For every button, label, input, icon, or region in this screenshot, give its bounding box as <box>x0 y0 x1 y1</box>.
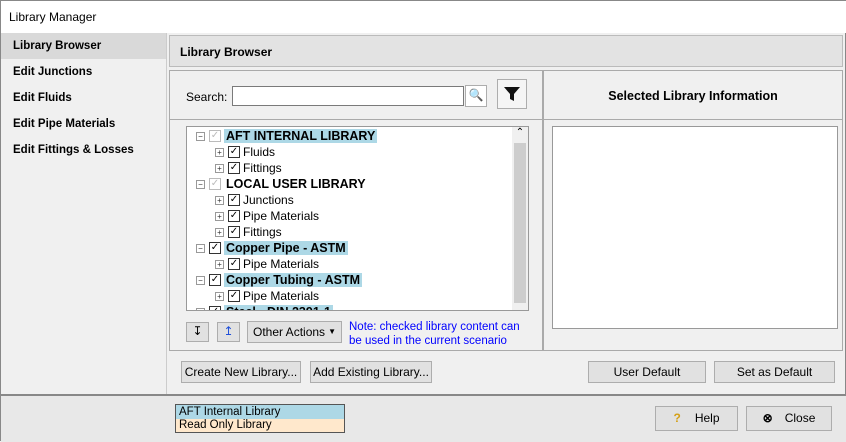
tree-item-label: Copper Tubing - ASTM <box>224 273 363 287</box>
checkbox[interactable]: ✓ <box>209 178 221 190</box>
tree-item-label: Fittings <box>243 225 282 239</box>
sidebar-item-library-browser[interactable]: Library Browser <box>1 33 166 59</box>
sidebar-item-edit-junctions[interactable]: Edit Junctions <box>1 59 166 85</box>
expand-icon[interactable]: + <box>215 227 224 237</box>
tree-item[interactable]: + ✓ Pipe Materials <box>215 288 319 304</box>
tree-item-label: LOCAL USER LIBRARY <box>226 177 366 191</box>
filter-icon <box>504 87 520 101</box>
tree-item[interactable]: − ✓ Copper Tubing - ASTM <box>196 272 363 288</box>
checkbox[interactable]: ✓ <box>209 306 221 310</box>
collapse-icon[interactable]: − <box>196 275 205 285</box>
tree-item-label: Copper Pipe - ASTM <box>224 241 348 255</box>
tree-item[interactable]: + ✓ Fluids <box>215 144 275 160</box>
tree-item-label: Fittings <box>243 161 282 175</box>
window-title: Library Manager <box>9 10 97 24</box>
create-library-button[interactable]: Create New Library... <box>181 361 301 383</box>
info-title: Selected Library Information <box>543 70 843 120</box>
expand-icon[interactable]: + <box>215 163 224 173</box>
set-default-button[interactable]: Set as Default <box>714 361 835 383</box>
search-input[interactable] <box>232 86 464 106</box>
tree-item[interactable]: − ✓ LOCAL USER LIBRARY <box>196 176 368 192</box>
expand-icon[interactable]: + <box>215 259 224 269</box>
scroll-thumb[interactable] <box>514 143 526 303</box>
legend-readonly: Read Only Library <box>176 419 344 432</box>
collapse-all-button[interactable]: ↥ <box>217 322 240 342</box>
add-library-button[interactable]: Add Existing Library... <box>310 361 432 383</box>
tree-item[interactable]: − ✓Steel - DIN 2391-1 <box>196 304 333 310</box>
note-text: Note: checked library content can be use… <box>349 321 520 347</box>
collapse-icon[interactable]: − <box>196 307 205 310</box>
expand-icon[interactable]: + <box>215 147 224 157</box>
checkbox[interactable]: ✓ <box>228 290 240 302</box>
tree-item[interactable]: + ✓ Fittings <box>215 160 282 176</box>
help-button[interactable]: ? Help <box>655 406 738 431</box>
tree-item[interactable]: + ✓ Pipe Materials <box>215 208 319 224</box>
search-label: Search: <box>186 90 228 104</box>
checkbox[interactable]: ✓ <box>228 162 240 174</box>
checkbox[interactable]: ✓ <box>228 194 240 206</box>
close-icon: ⊗ <box>762 411 773 425</box>
checkbox[interactable]: ✓ <box>209 130 221 142</box>
chevron-down-icon: ▼ <box>328 327 336 336</box>
tree-scrollbar[interactable]: ⌃ <box>512 127 528 310</box>
page-title: Library Browser <box>169 35 843 67</box>
help-icon: ? <box>673 411 681 425</box>
close-button[interactable]: ⊗ Close <box>746 406 832 431</box>
collapse-icon[interactable]: − <box>196 243 205 253</box>
expand-icon[interactable]: + <box>215 291 224 301</box>
legend-internal: AFT Internal Library <box>176 405 344 419</box>
tree-item-label: Pipe Materials <box>243 257 320 271</box>
filter-button[interactable] <box>497 79 527 109</box>
sidebar-item-edit-fittings[interactable]: Edit Fittings & Losses <box>1 137 166 163</box>
info-content <box>552 126 838 329</box>
tree-item[interactable]: − ✓ AFT INTERNAL LIBRARY <box>196 128 378 144</box>
collapse-icon[interactable]: − <box>196 131 205 141</box>
tree-item-label: Pipe Materials <box>243 289 320 303</box>
library-tree[interactable]: −✓Steel - DIN 2391-1+✓Pipe Materials−✓Co… <box>186 126 529 311</box>
tree-item[interactable]: + ✓ Fittings <box>215 224 282 240</box>
search-icon: 🔍 <box>468 88 484 102</box>
scroll-up-icon[interactable]: ⌃ <box>512 127 528 143</box>
expand-icon[interactable]: + <box>215 195 224 205</box>
checkbox[interactable]: ✓ <box>209 274 221 286</box>
user-default-button[interactable]: User Default <box>588 361 706 383</box>
tree-item[interactable]: − ✓ Copper Pipe - ASTM <box>196 240 348 256</box>
checkbox[interactable]: ✓ <box>228 258 240 270</box>
tree-item-label: Steel - DIN 2391-1 <box>224 305 333 310</box>
other-actions-label: Other Actions <box>253 325 326 339</box>
sidebar-item-edit-fluids[interactable]: Edit Fluids <box>1 85 166 111</box>
collapse-icon[interactable]: − <box>196 179 205 189</box>
close-label: Close <box>784 411 816 425</box>
sidebar: Library Browser Edit Junctions Edit Flui… <box>1 33 167 395</box>
checkbox[interactable]: ✓ <box>228 146 240 158</box>
checkbox[interactable]: ✓ <box>209 242 221 254</box>
expand-all-button[interactable]: ↧ <box>186 322 209 342</box>
tree-item-label: Junctions <box>243 193 294 207</box>
checkbox[interactable]: ✓ <box>228 226 240 238</box>
other-actions-dropdown[interactable]: Other Actions ▼ <box>247 321 342 343</box>
tree-item[interactable]: + ✓ Pipe Materials <box>215 256 319 272</box>
tree-item-label: Pipe Materials <box>243 209 320 223</box>
title-bar: Library Manager <box>1 1 846 33</box>
tree-item-label: AFT INTERNAL LIBRARY <box>224 129 378 143</box>
collapse-all-icon: ↥ <box>223 324 234 338</box>
expand-all-icon: ↧ <box>192 324 203 338</box>
checkbox[interactable]: ✓ <box>228 210 240 222</box>
tree-item-label: Fluids <box>243 145 276 159</box>
legend: AFT Internal Library Read Only Library <box>175 404 345 433</box>
sidebar-item-edit-pipe-materials[interactable]: Edit Pipe Materials <box>1 111 166 137</box>
expand-icon[interactable]: + <box>215 211 224 221</box>
tree-item[interactable]: + ✓ Junctions <box>215 192 294 208</box>
help-label: Help <box>694 411 720 425</box>
search-button[interactable]: 🔍 <box>465 85 487 107</box>
